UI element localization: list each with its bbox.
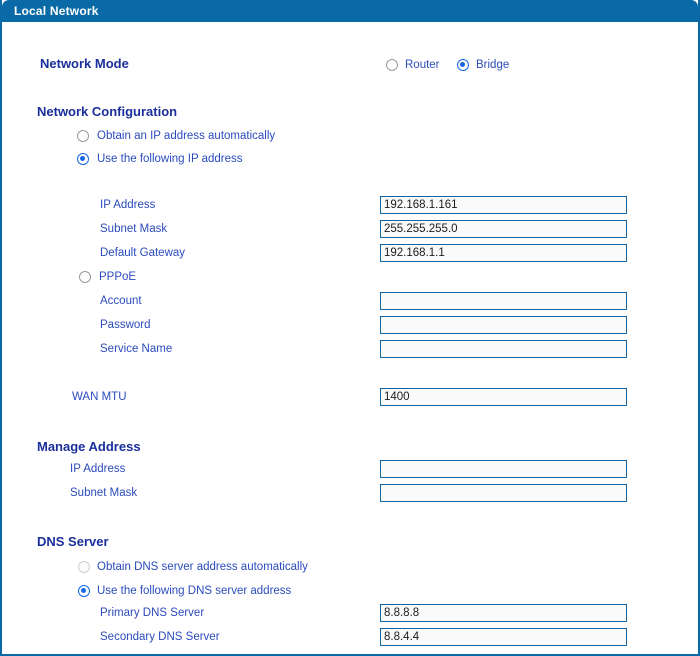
label-network-mode-bridge[interactable]: Bridge: [476, 59, 509, 71]
label-manage-ip-address: IP Address: [70, 463, 126, 475]
label-pppoe-account: Account: [100, 295, 142, 307]
label-manage-subnet-mask: Subnet Mask: [70, 487, 138, 499]
label-use-following-ip[interactable]: Use the following IP address: [97, 153, 243, 165]
input-subnet-mask[interactable]: [380, 220, 627, 238]
label-subnet-mask: Subnet Mask: [100, 223, 168, 235]
section-heading-dns-server: DNS Server: [37, 534, 109, 549]
input-ip-address[interactable]: [380, 196, 627, 214]
panel-title: Local Network: [14, 4, 99, 18]
label-network-mode-router[interactable]: Router: [405, 59, 440, 71]
section-heading-network-mode: Network Mode: [40, 56, 129, 71]
input-manage-subnet-mask[interactable]: [380, 484, 627, 502]
radio-pppoe[interactable]: [79, 271, 91, 283]
label-obtain-ip-automatically[interactable]: Obtain an IP address automatically: [97, 130, 275, 142]
label-obtain-dns-automatically[interactable]: Obtain DNS server address automatically: [97, 561, 308, 573]
label-wan-mtu: WAN MTU: [72, 391, 127, 403]
input-pppoe-service-name[interactable]: [380, 340, 627, 358]
label-default-gateway: Default Gateway: [100, 247, 186, 259]
label-pppoe-password: Password: [100, 319, 151, 331]
radio-network-mode-router[interactable]: [386, 59, 398, 71]
label-secondary-dns-server: Secondary DNS Server: [100, 631, 220, 643]
radio-network-mode-bridge[interactable]: [457, 59, 469, 71]
panel-titlebar: Local Network: [2, 0, 698, 22]
radio-obtain-ip-automatically[interactable]: [77, 130, 89, 142]
local-network-panel: Local Network Network Mode Router Bridge…: [0, 0, 700, 656]
input-primary-dns-server[interactable]: [380, 604, 627, 622]
radio-use-following-ip[interactable]: [77, 153, 89, 165]
input-pppoe-account[interactable]: [380, 292, 627, 310]
panel-content: Network Mode Router Bridge Network Confi…: [2, 22, 698, 654]
input-secondary-dns-server[interactable]: [380, 628, 627, 646]
label-pppoe[interactable]: PPPoE: [99, 271, 136, 283]
label-pppoe-service-name: Service Name: [100, 343, 173, 355]
label-use-following-dns[interactable]: Use the following DNS server address: [97, 585, 291, 597]
input-pppoe-password[interactable]: [380, 316, 627, 334]
radio-use-following-dns[interactable]: [78, 585, 90, 597]
section-heading-network-configuration: Network Configuration: [37, 104, 178, 119]
input-wan-mtu[interactable]: [380, 388, 627, 406]
label-ip-address: IP Address: [100, 199, 156, 211]
section-heading-manage-address: Manage Address: [37, 439, 141, 454]
label-primary-dns-server: Primary DNS Server: [100, 607, 205, 619]
radio-obtain-dns-automatically[interactable]: [78, 561, 90, 573]
input-default-gateway[interactable]: [380, 244, 627, 262]
input-manage-ip-address[interactable]: [380, 460, 627, 478]
